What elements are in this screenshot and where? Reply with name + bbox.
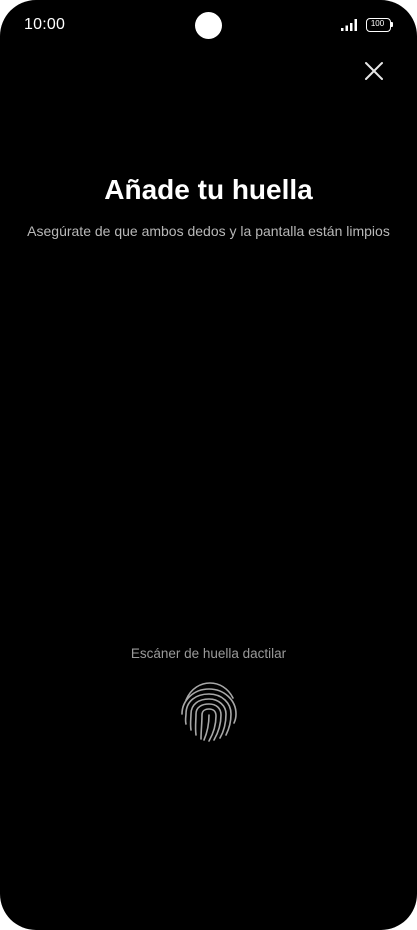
page-title: Añade tu huella: [104, 174, 313, 205]
battery-icon: 100: [366, 18, 394, 32]
close-icon: [365, 62, 383, 80]
battery-level: 100: [370, 19, 385, 28]
phone-screen: 10:00 100 Añade tu huella Asegúrate de q…: [0, 0, 417, 930]
close-button[interactable]: [358, 55, 390, 87]
scanner-label: Escáner de huella dactilar: [130, 646, 287, 661]
camera-cutout: [195, 12, 222, 39]
status-bar: 10:00 100: [0, 0, 417, 52]
page-subtitle: Asegúrate de que ambos dedos y la pantal…: [27, 223, 390, 239]
status-time: 10:00: [24, 16, 66, 33]
signal-icon: [341, 19, 357, 31]
fingerprint-icon[interactable]: [176, 678, 242, 744]
